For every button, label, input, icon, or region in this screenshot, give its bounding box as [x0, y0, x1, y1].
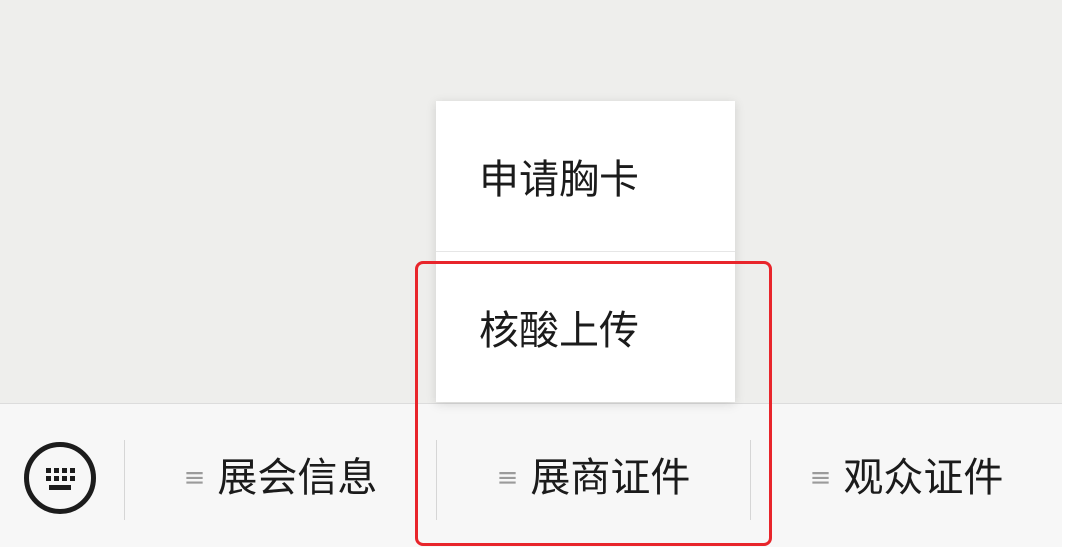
menu-tab-label: 展会信息 [217, 455, 378, 501]
menu-lines-icon: ≡ [809, 463, 832, 493]
keyboard-icon[interactable] [24, 442, 96, 514]
menu-tab-visitor-pass[interactable]: ≡ 观众证件 [751, 438, 1062, 518]
annotation-highlight-box [415, 261, 772, 546]
scrollbar-gutter [1062, 0, 1077, 547]
menu-lines-icon: ≡ [183, 463, 206, 493]
menu-tab-expo-info[interactable]: ≡ 展会信息 [125, 438, 436, 518]
submenu-item-apply-badge[interactable]: 申请胸卡 [436, 101, 735, 251]
menu-tab-label: 观众证件 [843, 455, 1004, 501]
